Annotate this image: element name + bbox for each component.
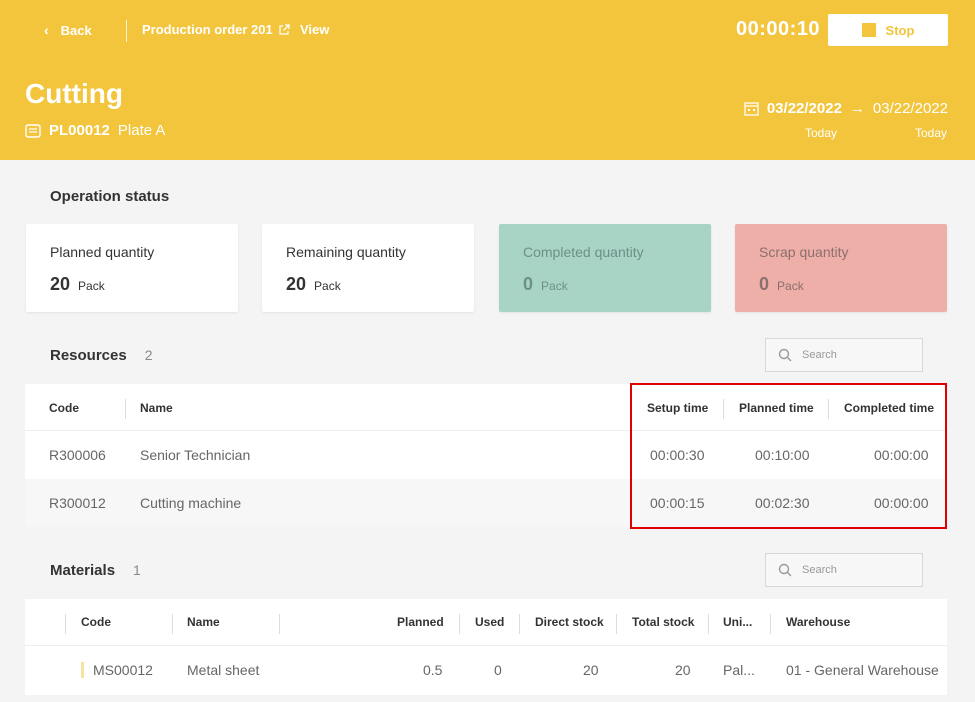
column-divider [65,614,66,634]
search-placeholder: Search [802,564,837,576]
column-header-direct-stock[interactable]: Direct stock [535,615,604,629]
material-planned: 0.5 [423,662,443,678]
production-order-link[interactable]: Production order 201 [142,22,273,37]
material-total-stock: 20 [675,662,691,678]
start-date-caption: Today [805,126,838,140]
search-placeholder: Search [802,349,837,361]
date-range: 03/22/2022 → 03/22/2022 [744,100,948,117]
card-value: 0 Pack [523,274,568,294]
elapsed-timer: 00:00:10 [736,18,821,40]
materials-table: Code Name Planned Used Direct stock Tota… [25,599,947,695]
page-title: Cutting [25,78,123,109]
column-divider [616,614,617,634]
table-row[interactable]: R300012 Cutting machine 00:00:15 00:02:3… [25,479,947,527]
column-header-name[interactable]: Name [140,401,173,415]
divider [126,20,127,42]
back-button[interactable]: ‹ Back [44,22,92,38]
product-icon [25,123,41,138]
remaining-quantity-card: Remaining quantity 20 Pack [262,224,474,312]
resource-code: R300012 [49,495,106,511]
column-divider [459,614,460,634]
column-header-code[interactable]: Code [81,615,111,629]
column-divider [708,614,709,634]
product-info: PL00012 Plate A [25,122,165,139]
column-header-total-stock[interactable]: Total stock [632,615,694,629]
column-divider [770,614,771,634]
product-name: Plate A [117,122,166,139]
column-divider [519,614,520,634]
column-divider [172,614,173,634]
column-header-warehouse[interactable]: Warehouse [786,615,850,629]
card-value: 20 Pack [50,274,105,294]
material-direct-stock: 20 [583,662,599,678]
column-divider [125,399,126,419]
chevron-left-icon: ‹ [44,22,49,38]
scrap-quantity-card: Scrap quantity 0 Pack [735,224,947,312]
table-row[interactable]: MS00012 Metal sheet 0.5 0 20 20 Pal... 0… [25,646,947,695]
resource-setup-time: 00:00:30 [650,447,705,463]
column-header-completed-time[interactable]: Completed time [844,401,934,415]
resource-name: Senior Technician [140,447,251,463]
column-divider [279,614,280,634]
resource-completed-time: 00:00:00 [874,447,929,463]
resource-setup-time: 00:00:15 [650,495,705,511]
stop-button[interactable]: Stop [828,14,948,46]
material-code: MS00012 [93,662,153,678]
materials-title: Materials 1 [50,562,141,579]
end-date-caption: Today [915,126,948,140]
material-name: Metal sheet [187,662,260,678]
material-warehouse: 01 - General Warehouse [786,662,939,678]
materials-search-input[interactable]: Search [765,553,923,587]
external-link-icon [279,23,290,35]
resource-code: R300006 [49,447,106,463]
column-header-planned-time[interactable]: Planned time [739,401,814,415]
column-header-planned[interactable]: Planned [397,615,444,629]
card-label: Completed quantity [523,244,644,260]
stop-label: Stop [885,22,915,38]
resource-planned-time: 00:02:30 [755,495,810,511]
column-divider [828,399,829,419]
column-header-setup-time[interactable]: Setup time [647,401,708,415]
table-row[interactable]: R300006 Senior Technician 00:00:30 00:10… [25,431,947,479]
resources-title: Resources 2 [50,347,153,364]
card-label: Scrap quantity [759,244,849,260]
card-value: 20 Pack [286,274,341,294]
back-label: Back [60,22,92,38]
resources-table: Code Name Setup time Planned time Comple… [25,384,947,527]
search-icon [778,563,792,577]
resource-planned-time: 00:10:00 [755,447,810,463]
view-label: View [300,22,330,37]
operation-status-title: Operation status [50,188,170,205]
planned-quantity-card: Planned quantity 20 Pack [26,224,238,312]
column-header-code[interactable]: Code [49,401,79,415]
column-header-name[interactable]: Name [187,615,220,629]
arrow-right-icon: → [849,100,865,117]
card-value: 0 Pack [759,274,804,294]
materials-count: 1 [133,562,141,578]
resources-search-input[interactable]: Search [765,338,923,372]
stop-icon [861,23,876,37]
resource-name: Cutting machine [140,495,242,511]
column-header-used[interactable]: Used [475,615,504,629]
end-date: 03/22/2022 [872,100,948,117]
header-bar: ‹ Back Production order 201 View 00:00:1… [0,0,975,160]
row-status-marker [81,662,84,678]
card-label: Planned quantity [50,244,155,260]
column-divider [723,399,724,419]
material-used: 0 [494,662,502,678]
search-icon [778,348,792,362]
card-label: Remaining quantity [286,244,406,260]
view-button[interactable]: View [278,22,329,37]
material-unit: Pal... [723,662,755,678]
start-date: 03/22/2022 [766,100,842,117]
calendar-icon [744,102,759,116]
resource-completed-time: 00:00:00 [874,495,929,511]
resources-count: 2 [144,347,153,363]
column-header-unit[interactable]: Uni... [723,615,752,629]
completed-quantity-card: Completed quantity 0 Pack [499,224,711,312]
product-code: PL00012 [49,122,110,139]
